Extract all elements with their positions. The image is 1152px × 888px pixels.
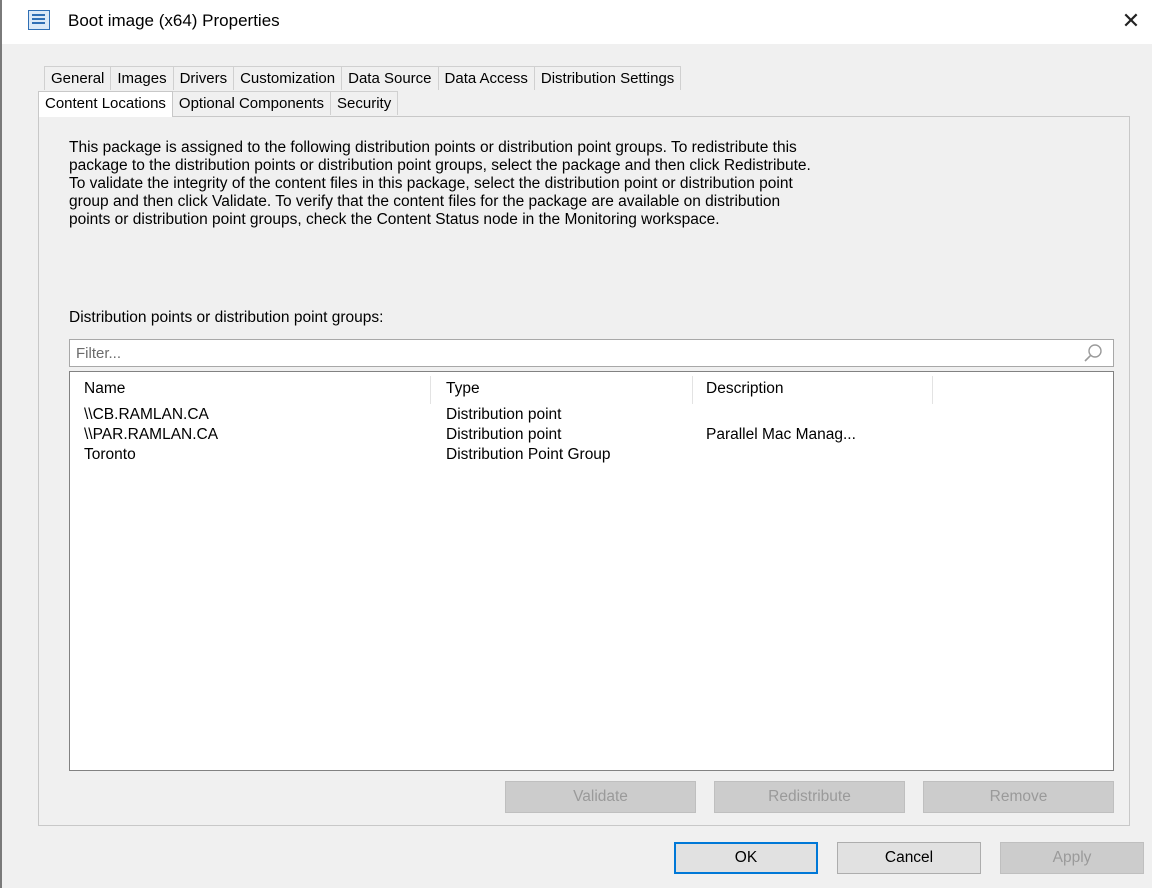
list-row[interactable]: \\CB.RAMLAN.CA Distribution point — [70, 406, 1113, 426]
filter-box — [69, 339, 1114, 367]
row-type: Distribution point — [446, 406, 562, 423]
column-divider[interactable] — [692, 376, 693, 404]
description-line: group and then click Validate. To verify… — [69, 193, 781, 210]
list-header: Name Type Description — [70, 372, 1113, 406]
validate-button[interactable]: Validate — [505, 781, 696, 813]
tab-security[interactable]: Security — [330, 91, 399, 115]
row-type: Distribution point — [446, 426, 562, 443]
list-row[interactable]: Toronto Distribution Point Group — [70, 446, 1113, 466]
properties-window-icon — [28, 10, 50, 30]
title-bar: Boot image (x64) Properties ✕ — [2, 0, 1152, 44]
column-header-name[interactable]: Name — [84, 380, 125, 398]
row-name: Toronto — [84, 446, 136, 463]
description-line: This package is assigned to the followin… — [69, 139, 797, 156]
description-line: To validate the integrity of the content… — [69, 175, 793, 192]
tab-customization[interactable]: Customization — [233, 66, 343, 90]
tab-row-2: Content Locations Optional Components Se… — [38, 91, 399, 117]
distribution-points-list[interactable]: Name Type Description \\CB.RAMLAN.CA Dis… — [69, 371, 1114, 771]
column-header-type[interactable]: Type — [446, 380, 480, 398]
description-line: package to the distribution points or di… — [69, 157, 811, 174]
ok-button[interactable]: OK — [674, 842, 818, 874]
description-line: points or distribution point groups, che… — [69, 211, 720, 228]
column-header-description[interactable]: Description — [706, 380, 784, 398]
content-locations-panel: This package is assigned to the followin… — [38, 116, 1130, 826]
row-description: Parallel Mac Manag... — [706, 426, 856, 443]
list-label: Distribution points or distribution poin… — [69, 309, 384, 326]
tab-data-access[interactable]: Data Access — [437, 66, 535, 90]
tab-row-1: General Images Drivers Customization Dat… — [44, 66, 682, 90]
row-type: Distribution Point Group — [446, 446, 611, 463]
tab-distribution-settings[interactable]: Distribution Settings — [533, 66, 682, 90]
row-name: \\CB.RAMLAN.CA — [84, 406, 209, 423]
tab-images[interactable]: Images — [110, 66, 174, 90]
tab-general[interactable]: General — [44, 66, 112, 90]
list-row[interactable]: \\PAR.RAMLAN.CA Distribution point Paral… — [70, 426, 1113, 446]
column-divider[interactable] — [430, 376, 431, 404]
tab-optional-components[interactable]: Optional Components — [171, 91, 332, 115]
column-divider[interactable] — [932, 376, 933, 404]
properties-dialog: Boot image (x64) Properties ✕ General Im… — [0, 0, 1152, 888]
tab-content-locations[interactable]: Content Locations — [38, 91, 173, 117]
remove-button[interactable]: Remove — [923, 781, 1114, 813]
search-icon[interactable] — [1083, 343, 1103, 363]
close-button[interactable]: ✕ — [1116, 6, 1146, 36]
description-text: This package is assigned to the followin… — [69, 139, 1109, 229]
tab-data-source[interactable]: Data Source — [341, 66, 439, 90]
cancel-button[interactable]: Cancel — [837, 842, 981, 874]
window-title: Boot image (x64) Properties — [68, 11, 280, 30]
row-name: \\PAR.RAMLAN.CA — [84, 426, 219, 443]
apply-button[interactable]: Apply — [1000, 842, 1144, 874]
filter-input[interactable] — [70, 340, 1050, 366]
redistribute-button[interactable]: Redistribute — [714, 781, 905, 813]
tab-drivers[interactable]: Drivers — [172, 66, 235, 90]
